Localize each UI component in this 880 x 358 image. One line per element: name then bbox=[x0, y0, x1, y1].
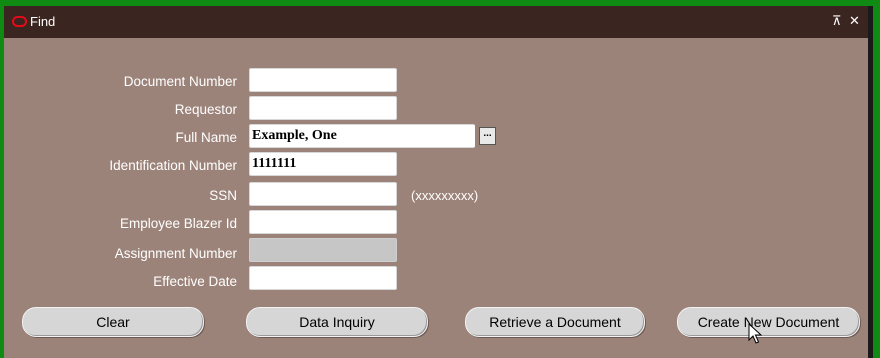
requestor-field[interactable] bbox=[249, 96, 397, 120]
label-employee-blazer-id: Employee Blazer Id bbox=[119, 216, 237, 231]
ssn-field[interactable] bbox=[249, 182, 397, 206]
label-document-number: Document Number bbox=[123, 74, 237, 89]
find-window: Find ⊼ ✕ Document Number Requestor Full … bbox=[4, 6, 868, 358]
frame-right-edge bbox=[873, 0, 880, 358]
ssn-format-hint: (xxxxxxxxx) bbox=[411, 188, 479, 203]
oracle-logo-icon bbox=[12, 16, 27, 27]
label-assignment-number: Assignment Number bbox=[114, 246, 237, 261]
frame-shadow-edge bbox=[868, 6, 873, 358]
label-full-name: Full Name bbox=[175, 130, 237, 145]
close-icon[interactable]: ✕ bbox=[849, 13, 860, 29]
create-new-document-button[interactable]: Create New Document bbox=[677, 307, 860, 337]
identification-number-field[interactable]: 1111111 bbox=[249, 152, 397, 176]
assignment-number-field bbox=[249, 238, 397, 262]
employee-blazer-id-field[interactable] bbox=[249, 210, 397, 234]
clear-button[interactable]: Clear bbox=[22, 307, 204, 337]
label-requestor: Requestor bbox=[174, 102, 237, 117]
maximize-icon[interactable]: ⊼ bbox=[832, 13, 842, 29]
retrieve-document-button[interactable]: Retrieve a Document bbox=[465, 307, 645, 337]
mouse-pointer-icon bbox=[748, 323, 762, 344]
label-ssn: SSN bbox=[209, 188, 237, 203]
ellipsis-icon[interactable]: ... bbox=[479, 127, 496, 145]
effective-date-field[interactable] bbox=[249, 266, 397, 290]
window-title: Find bbox=[30, 14, 56, 29]
title-bar[interactable]: Find ⊼ ✕ bbox=[4, 6, 868, 38]
document-number-field[interactable] bbox=[249, 68, 397, 92]
label-effective-date: Effective Date bbox=[153, 274, 237, 289]
full-name-field[interactable]: Example, One bbox=[249, 124, 475, 148]
label-identification-number: Identification Number bbox=[109, 158, 237, 173]
data-inquiry-button[interactable]: Data Inquiry bbox=[246, 307, 428, 337]
